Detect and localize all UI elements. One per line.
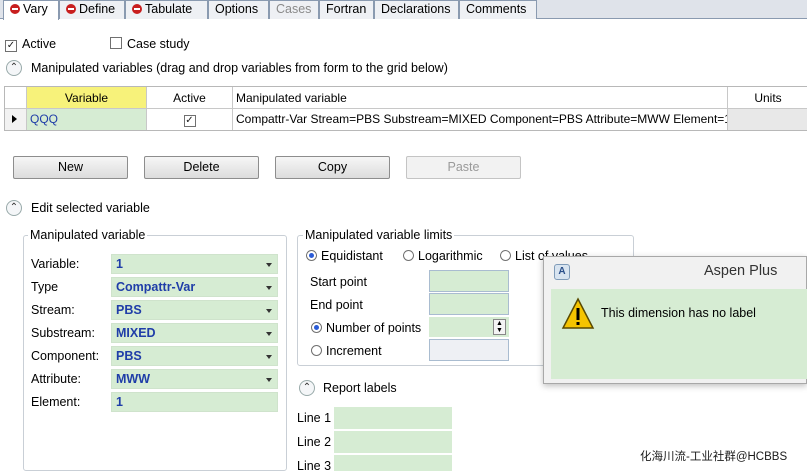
logarithmic-radio[interactable] [403, 250, 414, 264]
collapse-edit-icon[interactable]: ⌃ [6, 200, 22, 216]
chevron-down-icon [266, 378, 272, 382]
error-dot-icon [10, 4, 20, 14]
element-field[interactable]: 1 [111, 392, 278, 412]
aspen-plus-dialog: A Aspen Plus This dimension has no label [543, 256, 807, 384]
watermark: 化海川流-工业社群@HCBBS [640, 451, 788, 463]
active-checkbox[interactable]: ✓ [5, 37, 17, 52]
dialog-message: This dimension has no label [601, 306, 756, 320]
paste-button[interactable]: Paste [406, 156, 521, 179]
chevron-down-icon [266, 355, 272, 359]
attribute-combo[interactable]: MWW [111, 369, 278, 389]
number-of-points-input[interactable]: ▲ ▼ [429, 317, 509, 337]
tab-cases[interactable]: Cases [269, 0, 319, 19]
row-header-corner [5, 87, 27, 109]
chevron-down-icon [266, 309, 272, 313]
copy-button[interactable]: Copy [275, 156, 390, 179]
cell-units[interactable] [728, 109, 807, 130]
col-header-units[interactable]: Units [728, 87, 807, 109]
chevron-down-icon [266, 286, 272, 290]
variable-label: Variable: [31, 257, 80, 271]
mv-group-title: Manipulated variable [28, 228, 148, 242]
manip-section-title: Manipulated variables (drag and drop var… [31, 61, 448, 75]
chevron-down-icon [266, 263, 272, 267]
error-dot-icon [66, 4, 76, 14]
component-combo[interactable]: PBS [111, 346, 278, 366]
start-point-label: Start point [310, 275, 367, 289]
spinner-icon[interactable]: ▲ ▼ [493, 319, 506, 335]
dialog-body: This dimension has no label [551, 289, 807, 379]
row-active-checkbox[interactable]: ✓ [183, 115, 196, 127]
delete-button[interactable]: Delete [144, 156, 259, 179]
substream-label: Substream: [31, 326, 95, 340]
tab-define[interactable]: Define [59, 0, 125, 19]
line2-input[interactable] [334, 431, 452, 453]
start-point-input[interactable] [429, 270, 509, 292]
component-label: Component: [31, 349, 100, 363]
line1-label: Line 1 [297, 411, 332, 425]
end-point-label: End point [310, 298, 363, 312]
end-point-input[interactable] [429, 293, 509, 315]
collapse-manip-icon[interactable]: ⌃ [6, 60, 22, 76]
equidistant-radio[interactable] [306, 250, 317, 264]
chevron-down-icon [266, 332, 272, 336]
line3-input[interactable] [334, 455, 452, 471]
tab-tabulate[interactable]: Tabulate [125, 0, 208, 19]
col-header-active[interactable]: Active [147, 87, 233, 109]
number-of-points-label: Number of points [326, 321, 422, 335]
new-button[interactable]: New [13, 156, 128, 179]
number-of-points-radio[interactable] [311, 322, 322, 336]
variables-grid: Variable Active Manipulated variable Uni… [4, 86, 807, 131]
row-pointer-icon [12, 115, 17, 123]
col-header-variable[interactable]: Variable [27, 87, 147, 109]
list-of-values-radio[interactable] [500, 250, 511, 264]
tab-comments[interactable]: Comments [459, 0, 537, 19]
dialog-title: Aspen Plus [704, 263, 778, 279]
aspen-app-icon: A [554, 264, 570, 280]
tab-fortran[interactable]: Fortran [319, 0, 374, 19]
cell-variable[interactable]: QQQ [27, 109, 147, 130]
type-label: Type [31, 280, 59, 294]
attribute-label: Attribute: [31, 372, 82, 386]
tab-vary[interactable]: Vary [3, 0, 59, 20]
error-dot-icon [132, 4, 142, 14]
increment-input[interactable] [429, 339, 509, 361]
variable-combo[interactable]: 1 [111, 254, 278, 274]
row-selector[interactable] [5, 109, 27, 130]
tab-options[interactable]: Options [208, 0, 269, 19]
line2-label: Line 2 [297, 435, 332, 449]
case-study-label: Case study [127, 37, 190, 51]
report-labels-title: Report labels [323, 381, 397, 395]
stream-label: Stream: [31, 303, 75, 317]
increment-label: Increment [326, 344, 382, 358]
stream-combo[interactable]: PBS [111, 300, 278, 320]
type-combo[interactable]: Compattr-Var [111, 277, 278, 297]
tab-declarations[interactable]: Declarations [374, 0, 459, 19]
collapse-report-icon[interactable]: ⌃ [299, 380, 315, 396]
edit-section-title: Edit selected variable [31, 201, 150, 215]
active-label: Active [22, 37, 57, 51]
substream-combo[interactable]: MIXED [111, 323, 278, 343]
logarithmic-label: Logarithmic [418, 249, 483, 263]
warning-icon [561, 297, 595, 331]
tab-bar: Vary Define Tabulate Options Cases Fortr… [0, 0, 807, 20]
case-study-checkbox[interactable] [110, 37, 122, 52]
line1-input[interactable] [334, 407, 452, 429]
cell-manipulated[interactable]: Compattr-Var Stream=PBS Substream=MIXED … [233, 109, 728, 130]
limits-group-title: Manipulated variable limits [303, 228, 455, 242]
increment-radio[interactable] [311, 345, 322, 359]
equidistant-label: Equidistant [321, 249, 383, 263]
element-label: Element: [31, 395, 81, 409]
col-header-manipulated[interactable]: Manipulated variable [233, 87, 728, 109]
cell-active[interactable]: ✓ [147, 109, 233, 130]
